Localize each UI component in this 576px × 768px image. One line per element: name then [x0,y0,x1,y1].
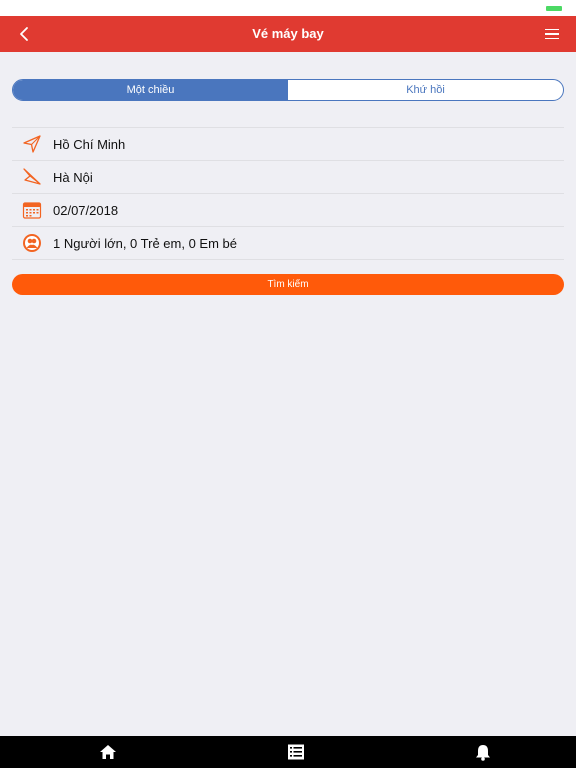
origin-value: Hồ Chí Minh [53,136,126,152]
search-button[interactable]: Tìm kiếm [12,274,564,295]
destination-row[interactable]: Hà Nội [12,161,564,194]
passengers-icon [12,227,52,259]
status-bar [0,0,576,16]
hamburger-menu-icon [545,28,559,31]
list-icon [288,744,304,760]
segment-one-way[interactable]: Một chiều [13,80,288,100]
passengers-row[interactable]: 1 Người lớn, 0 Trẻ em, 0 Em bé [12,227,564,260]
flight-search-form: Hồ Chí Minh Hà Nội 02/07/2018 1 Người lớ… [12,127,564,260]
battery-icon [546,6,562,11]
arrival-plane-icon [12,161,52,193]
home-icon [100,745,116,759]
bell-icon [476,744,490,761]
departure-plane-icon [12,128,52,160]
tab-list[interactable] [276,736,316,768]
destination-value: Hà Nội [53,169,93,185]
menu-button[interactable] [542,25,562,43]
calendar-icon [12,194,52,226]
page-title: Vé máy bay [252,26,324,41]
tab-bar [0,736,576,768]
date-row[interactable]: 02/07/2018 [12,194,564,227]
origin-row[interactable]: Hồ Chí Minh [12,128,564,161]
trip-type-segmented-control: Một chiều Khứ hồi [12,79,564,101]
segment-round-trip[interactable]: Khứ hồi [288,80,563,100]
tab-home[interactable] [88,736,128,768]
tab-notifications[interactable] [463,736,503,768]
navigation-bar: Vé máy bay [0,16,576,52]
passengers-value: 1 Người lớn, 0 Trẻ em, 0 Em bé [53,235,237,251]
date-value: 02/07/2018 [53,202,119,218]
